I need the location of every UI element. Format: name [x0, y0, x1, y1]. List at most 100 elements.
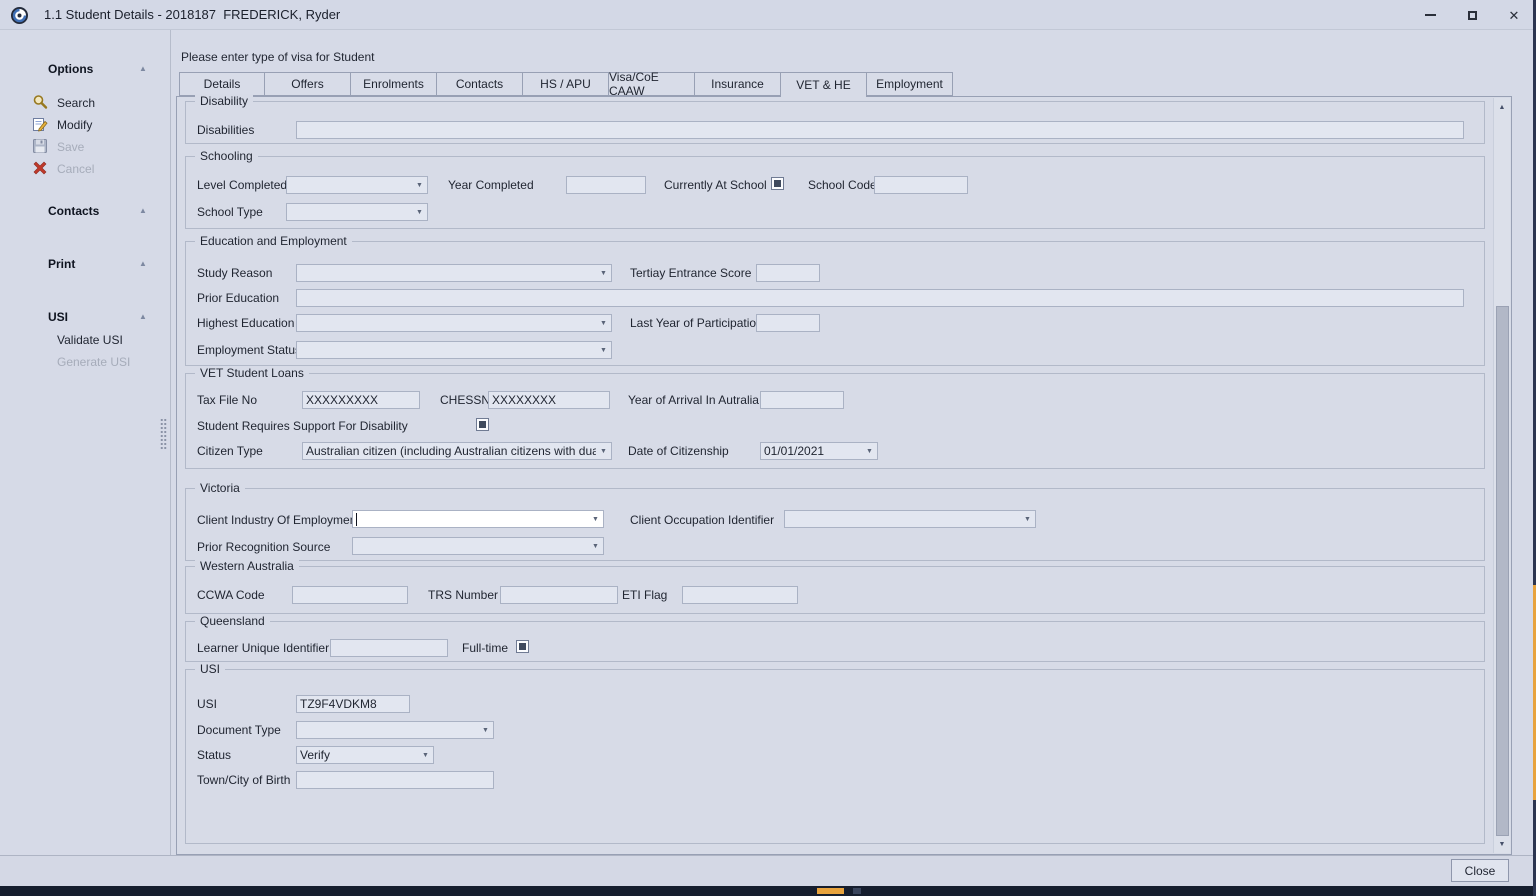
year-of-arrival-input[interactable]	[760, 391, 844, 409]
tab-contacts[interactable]: Contacts	[437, 72, 523, 96]
year-completed-input[interactable]	[566, 176, 646, 194]
collapse-print-icon[interactable]: ▲	[139, 259, 147, 268]
checkbox-fill-icon	[479, 421, 486, 428]
tertiary-entrance-score-input[interactable]	[756, 264, 820, 282]
sidebar-item-generate-usi[interactable]: Generate USI	[57, 355, 130, 369]
scroll-up-icon[interactable]: ▲	[1494, 99, 1510, 115]
close-window-button[interactable]: ✕	[1496, 0, 1532, 30]
level-completed-dropdown[interactable]: ▼	[286, 176, 428, 194]
dropdown-arrow-icon[interactable]: ▼	[596, 320, 611, 327]
status-dropdown[interactable]: Verify ▼	[296, 746, 434, 764]
group-disability: Disability Disabilities	[185, 101, 1485, 144]
group-education-employment: Education and Employment Study Reason ▼ …	[185, 241, 1485, 366]
school-code-input[interactable]	[874, 176, 968, 194]
window-title: 1.1 Student Details - 2018187 FREDERICK,…	[44, 7, 340, 22]
full-time-checkbox[interactable]	[516, 640, 529, 653]
scroll-down-icon[interactable]: ▼	[1494, 836, 1510, 852]
dropdown-arrow-icon[interactable]: ▼	[412, 182, 427, 189]
tab-enrolments[interactable]: Enrolments	[351, 72, 437, 96]
sidebar-item-search[interactable]: Search	[57, 96, 95, 110]
usi-input[interactable]	[296, 695, 410, 713]
sidebar-item-cancel[interactable]: Cancel	[57, 162, 94, 176]
date-of-citizenship-dropdown[interactable]: 01/01/2021 ▼	[760, 442, 878, 460]
edit-icon	[32, 116, 48, 132]
save-icon	[32, 138, 48, 154]
dropdown-arrow-icon[interactable]: ▼	[588, 516, 603, 523]
sidebar-group-options[interactable]: Options	[48, 62, 93, 76]
tab-hs-apu[interactable]: HS / APU	[523, 72, 609, 96]
client-industry-dropdown[interactable]: ▼	[352, 510, 604, 528]
splitter-grip[interactable]	[160, 418, 167, 450]
dropdown-arrow-icon[interactable]: ▼	[412, 209, 427, 216]
learner-unique-identifier-label: Learner Unique Identifier	[197, 641, 329, 655]
footer-bar: Close	[0, 855, 1536, 886]
dropdown-arrow-icon[interactable]: ▼	[1020, 516, 1035, 523]
group-queensland: Queensland Learner Unique Identifier Ful…	[185, 621, 1485, 662]
vertical-scrollbar[interactable]: ▲ ▼	[1493, 98, 1510, 853]
tab-insurance[interactable]: Insurance	[695, 72, 781, 96]
highest-education-label: Highest Education	[197, 316, 294, 330]
dropdown-arrow-icon[interactable]: ▼	[418, 752, 433, 759]
dropdown-arrow-icon[interactable]: ▼	[478, 727, 493, 734]
group-title: Schooling	[195, 149, 258, 163]
sidebar-item-validate-usi[interactable]: Validate USI	[57, 333, 123, 347]
tab-offers[interactable]: Offers	[265, 72, 351, 96]
citizen-type-dropdown[interactable]: Australian citizen (including Australian…	[302, 442, 612, 460]
sidebar-group-usi[interactable]: USI	[48, 310, 68, 324]
sidebar: Options ▲ Search Modify Save Cancel Cont…	[0, 30, 171, 886]
employment-status-label: Employment Status	[197, 343, 301, 357]
group-title: Queensland	[195, 614, 270, 628]
sidebar-item-modify[interactable]: Modify	[57, 118, 92, 132]
employment-status-dropdown[interactable]: ▼	[296, 341, 612, 359]
scrollbar-thumb[interactable]	[1496, 306, 1509, 836]
client-occupation-dropdown[interactable]: ▼	[784, 510, 1036, 528]
prior-recognition-dropdown[interactable]: ▼	[352, 537, 604, 555]
collapse-usi-icon[interactable]: ▲	[139, 312, 147, 321]
tab-page-vet-he: Disability Disabilities Schooling Level …	[176, 96, 1512, 855]
last-year-participation-input[interactable]	[756, 314, 820, 332]
learner-unique-identifier-input[interactable]	[330, 639, 448, 657]
sidebar-group-contacts[interactable]: Contacts	[48, 204, 99, 218]
year-of-arrival-label: Year of Arrival In Autralia	[628, 393, 759, 407]
town-city-of-birth-input[interactable]	[296, 771, 494, 789]
document-type-dropdown[interactable]: ▼	[296, 721, 494, 739]
study-reason-dropdown[interactable]: ▼	[296, 264, 612, 282]
content-area: Please enter type of visa for Student De…	[176, 46, 1512, 855]
text-caret	[356, 513, 357, 526]
highest-education-dropdown[interactable]: ▼	[296, 314, 612, 332]
ccwa-code-input[interactable]	[292, 586, 408, 604]
school-type-dropdown[interactable]: ▼	[286, 203, 428, 221]
group-schooling: Schooling Level Completed ▼ Year Complet…	[185, 156, 1485, 229]
sidebar-item-save[interactable]: Save	[57, 140, 84, 154]
tab-vet-he[interactable]: VET & HE	[781, 72, 867, 97]
trs-number-input[interactable]	[500, 586, 618, 604]
prior-education-label: Prior Education	[197, 291, 279, 305]
eti-flag-input[interactable]	[682, 586, 798, 604]
currently-at-school-checkbox[interactable]	[771, 177, 784, 190]
maximize-button[interactable]	[1454, 0, 1490, 30]
chessn-input[interactable]	[488, 391, 610, 409]
currently-at-school-label: Currently At School	[664, 178, 767, 192]
app-logo-icon	[11, 7, 28, 24]
close-button[interactable]: Close	[1451, 859, 1509, 882]
close-icon: ✕	[1509, 9, 1520, 22]
sidebar-group-print[interactable]: Print	[48, 257, 75, 271]
tertiary-entrance-score-label: Tertiay Entrance Score	[630, 266, 751, 280]
tab-employment[interactable]: Employment	[867, 72, 953, 96]
prior-education-input[interactable]	[296, 289, 1464, 307]
disabilities-input[interactable]	[296, 121, 1464, 139]
disabilities-label: Disabilities	[197, 123, 254, 137]
dropdown-arrow-icon[interactable]: ▼	[596, 448, 611, 455]
dropdown-arrow-icon[interactable]: ▼	[596, 347, 611, 354]
support-for-disability-checkbox[interactable]	[476, 418, 489, 431]
usi-label: USI	[197, 697, 217, 711]
tax-file-no-input[interactable]	[302, 391, 420, 409]
minimize-button[interactable]	[1412, 0, 1448, 30]
collapse-contacts-icon[interactable]: ▲	[139, 206, 147, 215]
tab-details[interactable]: Details	[179, 72, 265, 96]
collapse-options-icon[interactable]: ▲	[139, 64, 147, 73]
dropdown-arrow-icon[interactable]: ▼	[862, 448, 877, 455]
tab-visa-coe-caaw[interactable]: Visa/CoE CAAW	[609, 72, 695, 96]
dropdown-arrow-icon[interactable]: ▼	[588, 543, 603, 550]
dropdown-arrow-icon[interactable]: ▼	[596, 270, 611, 277]
